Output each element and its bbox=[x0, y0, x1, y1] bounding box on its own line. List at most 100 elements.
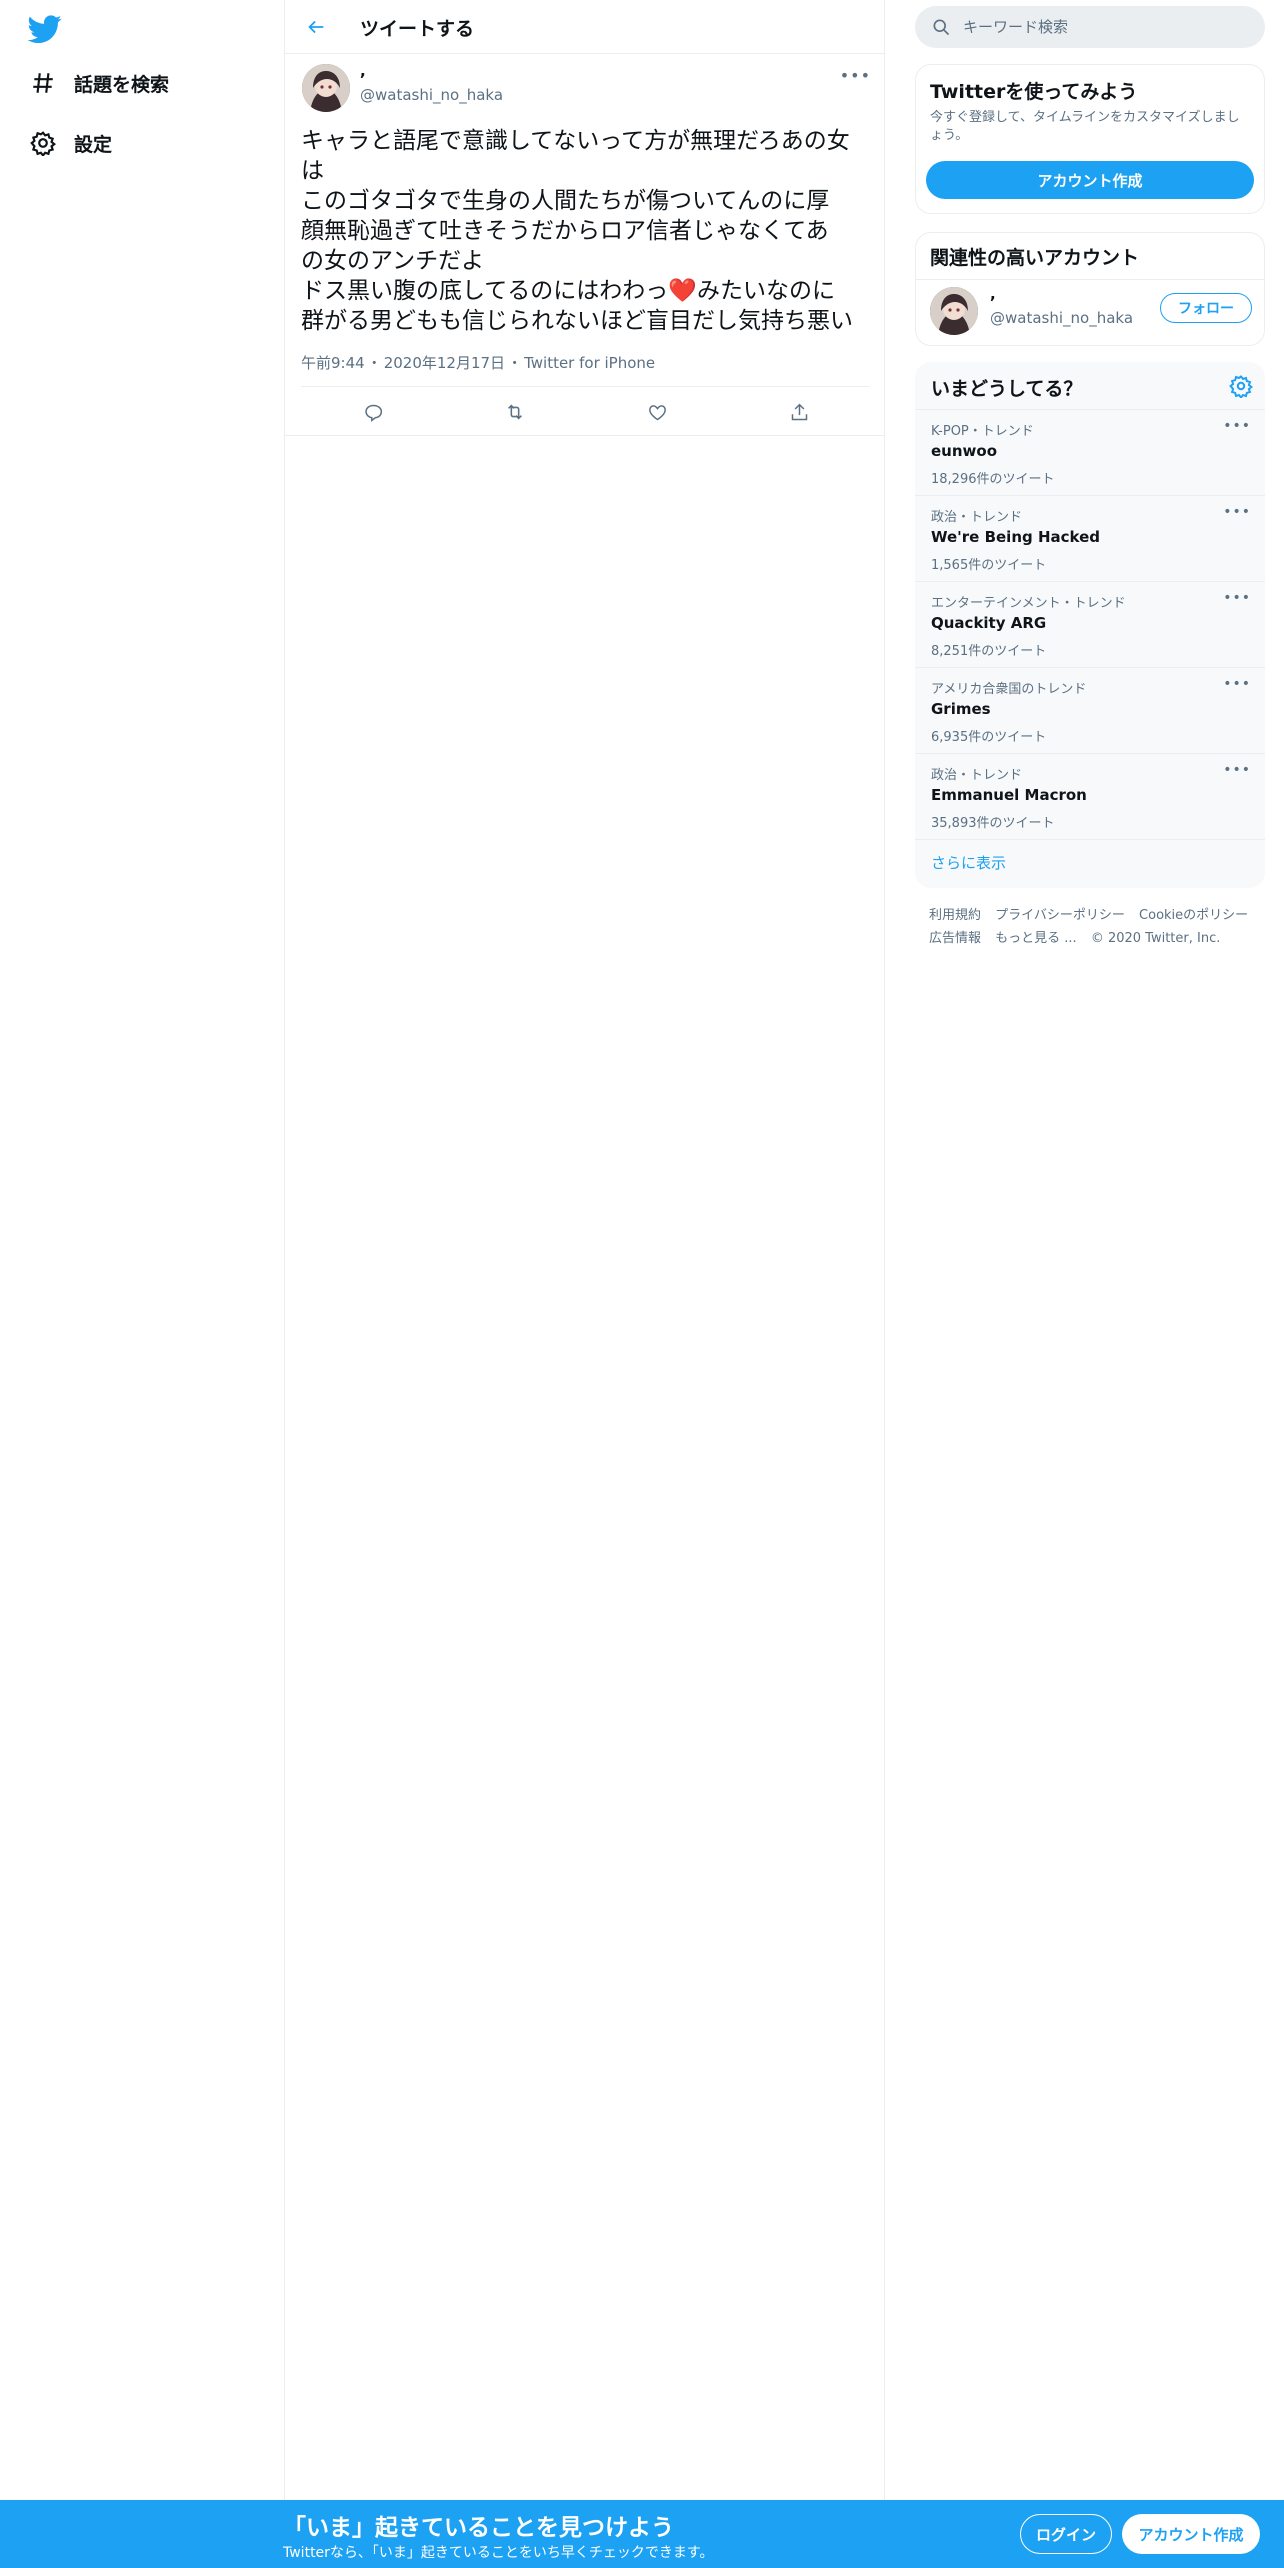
privacy-link[interactable]: プライバシーポリシー bbox=[995, 908, 1125, 923]
signup-banner: 「いま」起きていることを見つけよう Twitterなら、「いま」起きていることを… bbox=[0, 2500, 1284, 2568]
search-box[interactable] bbox=[915, 6, 1265, 48]
tweet-text-line: は bbox=[301, 158, 324, 184]
more-icon[interactable]: ••• bbox=[1223, 504, 1251, 520]
trend-count: 18,296件のツイート bbox=[931, 472, 1055, 487]
avatar[interactable] bbox=[930, 287, 978, 335]
terms-link[interactable]: 利用規約 bbox=[929, 908, 981, 923]
cookie-link[interactable]: Cookieのポリシー bbox=[1139, 908, 1248, 923]
search-input[interactable] bbox=[963, 6, 1253, 48]
trend-item[interactable]: 政治・トレンド We're Being Hacked 1,565件のツイート •… bbox=[915, 496, 1265, 582]
trend-name: Emmanuel Macron bbox=[931, 786, 1087, 804]
avatar[interactable] bbox=[302, 64, 350, 112]
search-icon bbox=[933, 19, 950, 36]
reply-button[interactable] bbox=[358, 397, 388, 427]
retweet-button[interactable] bbox=[500, 397, 530, 427]
trend-item[interactable]: 政治・トレンド Emmanuel Macron 35,893件のツイート ••• bbox=[915, 754, 1265, 840]
back-button[interactable] bbox=[299, 10, 333, 44]
heart-emoji-icon: ❤️ bbox=[668, 278, 697, 304]
tweet-text-line: の女のアンチだよ bbox=[301, 248, 485, 274]
meta-separator: ・ bbox=[507, 354, 523, 372]
create-account-button[interactable]: アカウント作成 bbox=[926, 161, 1254, 199]
tweet-text-line: キャラと語尾で意識してないって方が無理だろあの女 bbox=[301, 128, 850, 154]
tweet: , @watashi_no_haka ••• キャラと語尾で意識してないって方が… bbox=[285, 54, 885, 436]
more-link[interactable]: もっと見る ... bbox=[995, 931, 1077, 946]
nav-explore-label: 話題を検索 bbox=[74, 73, 170, 96]
related-handle[interactable]: @watashi_no_haka bbox=[990, 309, 1133, 327]
tweet-date[interactable]: 2020年12月17日 bbox=[384, 354, 505, 372]
tweet-text-line: 群がる男どもも信じられないほど盲目だし気持ち悪い bbox=[301, 308, 853, 334]
trends-card: いまどうしてる？ K-POP・トレンド eunwoo 18,296件のツイート … bbox=[915, 362, 1265, 888]
trends-title: いまどうしてる？ bbox=[931, 378, 1083, 400]
page-title: ツイートする bbox=[360, 18, 475, 40]
trend-category: 政治・トレンド bbox=[931, 510, 1023, 525]
more-icon[interactable]: ••• bbox=[1223, 762, 1251, 778]
related-display-name[interactable]: , bbox=[990, 285, 996, 303]
tweet-handle[interactable]: @watashi_no_haka bbox=[360, 86, 503, 104]
tweet-more-icon[interactable]: ••• bbox=[840, 66, 871, 85]
banner-title: 「いま」起きていることを見つけよう bbox=[283, 2515, 674, 2541]
signup-title: Twitterを使ってみよう bbox=[930, 81, 1138, 103]
more-icon[interactable]: ••• bbox=[1223, 590, 1251, 606]
trend-category: 政治・トレンド bbox=[931, 768, 1023, 783]
trend-item[interactable]: エンターテインメント・トレンド Quackity ARG 8,251件のツイート… bbox=[915, 582, 1265, 668]
signup-card: Twitterを使ってみよう 今すぐ登録して、タイムラインをカスタマイズしましょ… bbox=[915, 64, 1265, 214]
trend-name: We're Being Hacked bbox=[931, 528, 1101, 546]
trend-count: 8,251件のツイート bbox=[931, 644, 1047, 659]
trends-header: いまどうしてる？ bbox=[915, 362, 1265, 410]
trend-item[interactable]: K-POP・トレンド eunwoo 18,296件のツイート ••• bbox=[915, 410, 1265, 496]
tweet-text-fragment: みたいなのに bbox=[696, 278, 835, 304]
trend-item[interactable]: アメリカ合衆国のトレンド Grimes 6,935件のツイート ••• bbox=[915, 668, 1265, 754]
left-navigation: 話題を検索 設定 bbox=[0, 0, 285, 2500]
arrow-left-icon bbox=[308, 20, 324, 34]
divider bbox=[916, 279, 1264, 280]
trend-name: Quackity ARG bbox=[931, 614, 1047, 632]
tweet-text-line-with-emoji: ドス黒い腹の底してるのにはわわっ❤️みたいなのに bbox=[301, 276, 871, 306]
heart-icon bbox=[648, 404, 666, 420]
twitter-logo-icon[interactable] bbox=[27, 12, 62, 46]
reply-icon bbox=[364, 404, 382, 422]
tweet-text: キャラと語尾で意識してないって方が無理だろあの女 は このゴタゴタで生身の人間た… bbox=[301, 126, 871, 336]
trend-name: Grimes bbox=[931, 700, 991, 718]
hashtag-icon bbox=[28, 68, 58, 98]
more-icon[interactable]: ••• bbox=[1223, 418, 1251, 434]
login-button[interactable]: ログイン bbox=[1020, 2514, 1112, 2554]
banner-subtitle: Twitterなら、「いま」起きていることをいち早くチェックできます。 bbox=[283, 2545, 714, 2561]
show-more-link[interactable]: さらに表示 bbox=[931, 852, 1006, 873]
like-button[interactable] bbox=[642, 397, 672, 427]
gear-icon[interactable] bbox=[1229, 374, 1253, 398]
signup-button[interactable]: アカウント作成 bbox=[1122, 2514, 1260, 2554]
related-title: 関連性の高いアカウント bbox=[930, 247, 1140, 269]
main-header: ツイートする bbox=[285, 0, 885, 54]
tweet-metadata: 午前9:44 ・ 2020年12月17日・ Twitter for iPhone bbox=[301, 352, 657, 373]
copyright: © 2020 Twitter, Inc. bbox=[1090, 931, 1221, 946]
share-button[interactable] bbox=[784, 397, 814, 427]
trend-name: eunwoo bbox=[931, 442, 997, 460]
related-accounts-card: 関連性の高いアカウント , @watashi_no_haka フォロー bbox=[915, 232, 1265, 346]
tweet-time[interactable]: 午前9:44 bbox=[301, 354, 365, 372]
nav-settings-label: 設定 bbox=[74, 133, 113, 156]
tweet-text-line: このゴタゴタで生身の人間たちが傷ついてんのに厚 bbox=[301, 188, 830, 214]
signup-description: 今すぐ登録して、タイムラインをカスタマイズしましょう。 bbox=[930, 110, 1240, 143]
meta-separator: ・ bbox=[366, 354, 382, 372]
trend-category: アメリカ合衆国のトレンド bbox=[931, 682, 1087, 697]
footer-links: 利用規約 プライバシーポリシー Cookieのポリシー 広告情報 もっと見る .… bbox=[929, 904, 1259, 950]
tweet-action-bar bbox=[301, 386, 869, 436]
trend-category: エンターテインメント・トレンド bbox=[931, 596, 1126, 611]
trend-count: 35,893件のツイート bbox=[931, 816, 1055, 831]
trend-category: K-POP・トレンド bbox=[931, 424, 1034, 439]
nav-explore[interactable]: 話題を検索 bbox=[28, 68, 169, 98]
retweet-icon bbox=[508, 404, 522, 420]
tweet-text-fragment: ドス黒い腹の底してるのにはわわっ bbox=[301, 278, 669, 304]
trend-count: 6,935件のツイート bbox=[931, 730, 1047, 745]
main-column: ツイートする , @watashi_no_haka ••• キャラと語尾で意識し… bbox=[285, 0, 885, 2500]
nav-settings[interactable]: 設定 bbox=[28, 128, 112, 158]
tweet-source[interactable]: Twitter for iPhone bbox=[524, 354, 655, 372]
share-icon bbox=[791, 403, 807, 420]
tweet-display-name[interactable]: , bbox=[360, 62, 366, 80]
gear-icon bbox=[28, 128, 58, 158]
more-icon[interactable]: ••• bbox=[1223, 676, 1251, 692]
trend-count: 1,565件のツイート bbox=[931, 558, 1047, 573]
ads-link[interactable]: 広告情報 bbox=[929, 931, 981, 946]
follow-button[interactable]: フォロー bbox=[1160, 293, 1252, 323]
tweet-text-line: 顔無恥過ぎて吐きそうだからロア信者じゃなくてあ bbox=[301, 218, 829, 244]
